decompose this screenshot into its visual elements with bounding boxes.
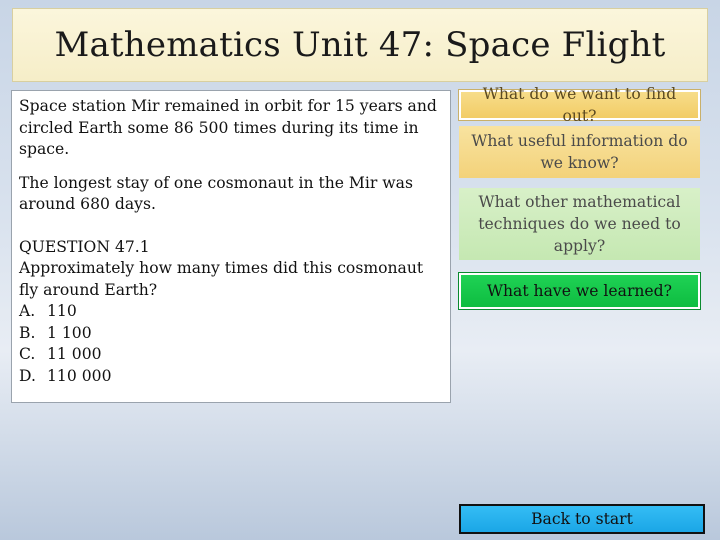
option-letter: C. xyxy=(19,345,36,363)
option-b[interactable]: B. 1 100 xyxy=(19,323,443,345)
back-to-start-button[interactable]: Back to start xyxy=(459,504,705,534)
option-letter: B. xyxy=(19,323,36,342)
back-to-start-label: Back to start xyxy=(531,510,633,528)
slide-title: Mathematics Unit 47: Space Flight xyxy=(54,25,666,65)
option-value: 110 xyxy=(47,302,77,320)
learned-label: What have we learned? xyxy=(486,282,673,300)
answer-options: A. 110 B. 1 100 C. 11 000 D. 110 000 xyxy=(19,301,443,387)
useful-info-button[interactable]: What useful information do we know? xyxy=(459,126,700,178)
option-value: 1 100 xyxy=(47,323,92,342)
fact-paragraph: The longest stay of one cosmonaut in the… xyxy=(19,173,413,214)
option-d[interactable]: D. 110 000 xyxy=(19,366,443,388)
option-c[interactable]: C. 11 000 xyxy=(19,344,443,366)
option-a[interactable]: A. 110 xyxy=(19,301,443,323)
question-title: QUESTION 47.1 xyxy=(19,237,150,256)
option-letter: A. xyxy=(19,302,36,320)
option-letter: D. xyxy=(19,366,36,385)
learned-button[interactable]: What have we learned? xyxy=(459,273,700,309)
option-value: 110 000 xyxy=(47,366,112,385)
techniques-button[interactable]: What other mathematical techniques do we… xyxy=(459,188,700,260)
question-text: Approximately how many times did this co… xyxy=(19,259,424,299)
find-out-label: What do we want to find out? xyxy=(482,85,677,125)
title-bar: Mathematics Unit 47: Space Flight xyxy=(12,8,708,82)
useful-info-label: What useful information do we know? xyxy=(471,132,688,172)
question-panel: Space station Mir remained in orbit for … xyxy=(11,90,451,403)
find-out-button[interactable]: What do we want to find out? xyxy=(459,85,700,125)
option-value: 11 000 xyxy=(47,345,102,363)
intro-paragraph: Space station Mir remained in orbit for … xyxy=(19,97,437,158)
techniques-label: What other mathematical techniques do we… xyxy=(478,193,681,255)
